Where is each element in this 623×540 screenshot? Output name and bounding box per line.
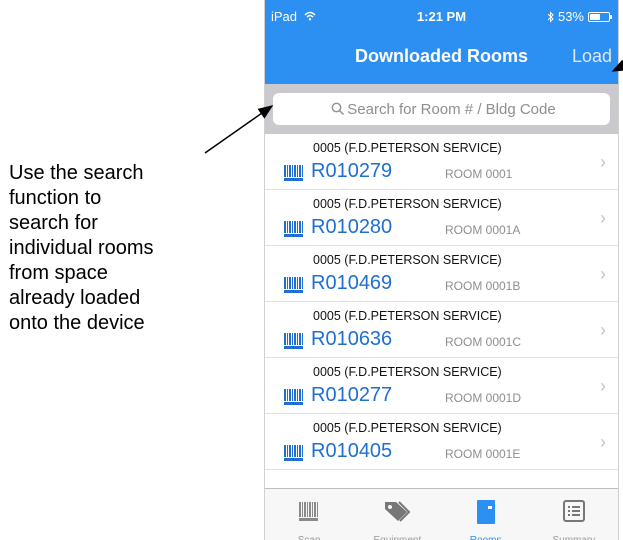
tab-label: Rooms — [451, 535, 521, 540]
room-building: 0005 (F.D.PETERSON SERVICE) — [313, 197, 502, 211]
chevron-right-icon: › — [600, 320, 606, 340]
room-row[interactable]: 0005 (F.D.PETERSON SERVICE) R010277 ROOM 0… — [265, 358, 618, 414]
room-building: 0005 (F.D.PETERSON SERVICE) — [313, 309, 502, 323]
annotation-line: from space — [9, 262, 108, 284]
barcode-icon — [284, 165, 303, 181]
tab-equipment[interactable]: Equipment — [362, 489, 432, 540]
barcode-icon — [284, 445, 303, 461]
barcode-icon — [284, 389, 303, 405]
tab-label: Summary — [539, 535, 609, 540]
room-row[interactable]: 0005 (F.D.PETERSON SERVICE) R010279 ROOM 0… — [265, 134, 618, 190]
room-row[interactable]: 0005 (F.D.PETERSON SERVICE) R010405 ROOM 0… — [265, 414, 618, 470]
room-id: R010277 — [311, 384, 393, 406]
annotation-line: onto the device — [9, 312, 145, 334]
annotation-line: search for — [9, 212, 98, 234]
navigation-bar: Downloaded Rooms Load — [265, 34, 618, 84]
door-icon — [476, 499, 496, 530]
barcode-icon — [297, 499, 321, 528]
room-name: ROOM 0001 — [445, 167, 513, 181]
room-id: R010280 — [311, 216, 393, 238]
tab-bar: Scan Equipment Rooms Summary — [265, 488, 618, 540]
barcode-icon — [284, 333, 303, 349]
room-id: R010279 — [311, 160, 393, 182]
chevron-right-icon: › — [600, 152, 606, 172]
room-building: 0005 (F.D.PETERSON SERVICE) — [313, 365, 502, 379]
screenshot-canvas: Use the search function to search for in… — [0, 0, 623, 540]
room-list: 0005 (F.D.PETERSON SERVICE) R010279 ROOM 0… — [265, 134, 618, 470]
chevron-right-icon: › — [600, 264, 606, 284]
room-building: 0005 (F.D.PETERSON SERVICE) — [313, 141, 502, 155]
annotation-line: function to — [9, 187, 102, 209]
room-row[interactable]: 0005 (F.D.PETERSON SERVICE) R010636 ROOM 0… — [265, 302, 618, 358]
bluetooth-icon — [547, 10, 554, 23]
room-row[interactable]: 0005 (F.D.PETERSON SERVICE) R010280 ROOM 0… — [265, 190, 618, 246]
battery-icon — [588, 11, 612, 22]
annotation-text: Use the search function to search for in… — [9, 161, 209, 336]
load-button[interactable]: Load — [572, 46, 612, 67]
annotation-line: individual rooms — [9, 237, 154, 259]
tab-rooms[interactable]: Rooms — [451, 489, 521, 540]
room-name: ROOM 0001E — [445, 447, 521, 461]
chevron-right-icon: › — [600, 432, 606, 452]
room-name: ROOM 0001A — [445, 223, 521, 237]
room-id: R010469 — [311, 272, 393, 294]
annotation-line: already loaded — [9, 287, 141, 309]
barcode-icon — [284, 277, 303, 293]
barcode-icon — [284, 221, 303, 237]
search-input[interactable] — [273, 93, 610, 125]
chevron-right-icon: › — [600, 376, 606, 396]
room-name: ROOM 0001D — [445, 391, 522, 405]
status-right: 53% — [547, 9, 612, 24]
chevron-right-icon: › — [600, 208, 606, 228]
annotation-line: Use the search — [9, 162, 144, 184]
room-row[interactable]: 0005 (F.D.PETERSON SERVICE) R010469 ROOM 0… — [265, 246, 618, 302]
room-id: R010405 — [311, 440, 393, 462]
search-box — [273, 93, 610, 125]
room-building: 0005 (F.D.PETERSON SERVICE) — [313, 421, 502, 435]
room-name: ROOM 0001C — [445, 335, 522, 349]
tags-icon — [383, 499, 411, 528]
tab-label: Scan — [274, 535, 344, 540]
search-bar — [265, 84, 618, 134]
room-name: ROOM 0001B — [445, 279, 521, 293]
tab-summary[interactable]: Summary — [539, 489, 609, 540]
ipad-screen: iPad 1:21 PM 53% Downloaded Rooms Load S… — [264, 0, 619, 540]
battery-percent: 53% — [557, 9, 584, 24]
list-icon — [562, 499, 586, 528]
search-pointer-arrow — [204, 105, 274, 154]
tab-label: Equipment — [362, 535, 432, 540]
status-bar: iPad 1:21 PM 53% — [265, 0, 618, 34]
tab-scan[interactable]: Scan — [274, 489, 344, 540]
room-id: R010636 — [311, 328, 393, 350]
room-building: 0005 (F.D.PETERSON SERVICE) — [313, 253, 502, 267]
page-title: Downloaded Rooms — [354, 46, 528, 66]
